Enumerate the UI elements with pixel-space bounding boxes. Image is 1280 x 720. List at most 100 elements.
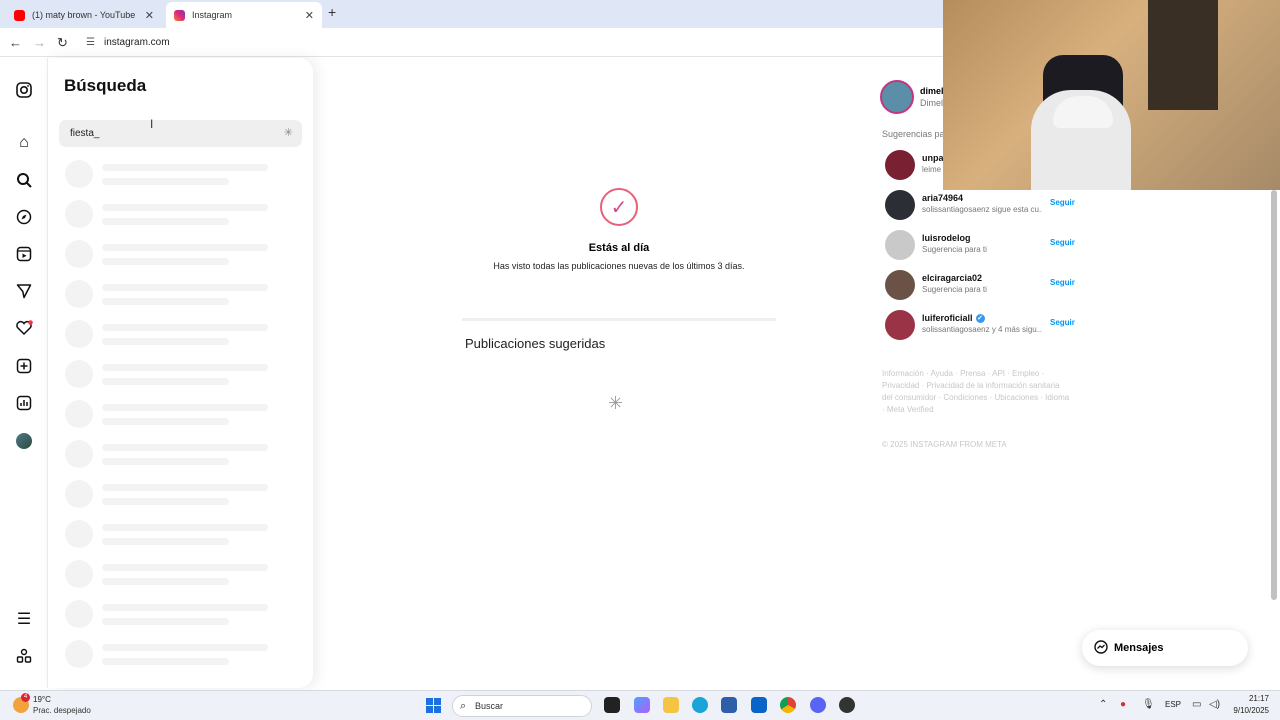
loading-placeholder-row [65,400,275,430]
file-explorer-icon[interactable] [663,697,679,713]
suggestion-row: elciragarcia02 Sugerencia para ti Seguir [885,270,1080,300]
instagram-icon [174,9,185,21]
windows-start-icon[interactable] [426,698,441,713]
discord-icon[interactable] [810,697,826,713]
explore-icon[interactable] [14,207,34,227]
text-cursor-icon: I [150,117,154,131]
avatar[interactable] [880,80,914,114]
suggestion-row: luisrodelog Sugerencia para ti Seguir [885,230,1080,260]
tab-youtube[interactable]: (1) maty brown - YouTube ✕ [6,2,162,28]
obs-icon[interactable] [839,697,855,713]
weather-temperature[interactable]: 19°C [33,695,51,704]
panel-title: Búsqueda [64,76,147,95]
chevron-up-icon[interactable]: ⌃ [1099,699,1107,710]
search-panel: Búsqueda fiesta_ ✳ [48,58,313,688]
follow-button[interactable]: Seguir [1050,278,1075,287]
weather-condition[interactable]: Prac. despejado [33,706,91,715]
avatar[interactable] [885,310,915,340]
forward-icon[interactable]: → [33,35,46,50]
reload-icon[interactable]: ↻ [57,35,68,51]
weather-badge: 4 [21,693,30,702]
home-icon[interactable]: ⌂ [14,133,34,153]
suggestion-row: aria74964 solissantiagosaenz sigue esta … [885,190,1080,220]
outlook-icon[interactable] [751,697,767,713]
reels-icon[interactable] [14,244,34,264]
footer-links[interactable]: Información · Ayuda · Prensa · API · Emp… [882,368,1072,416]
instagram-logo-icon[interactable] [14,80,34,100]
copilot-icon[interactable] [634,697,650,713]
loading-placeholder-row [65,640,275,670]
loading-placeholder-row [65,160,275,190]
close-icon[interactable]: ✕ [145,9,154,22]
taskbar-search-label: Buscar [475,701,504,711]
avatar[interactable] [885,230,915,260]
suggestion-desc: solissantiagosaenz sigue esta cu... [922,205,1042,214]
suggestion-username[interactable]: elciragarcia02 [922,273,982,283]
messages-icon[interactable] [14,281,34,301]
suggestion-username[interactable]: luiferoficiall ✓ [922,313,985,324]
current-user-fullname: Dimel [920,98,944,108]
search-icon: ⌕ [460,700,467,712]
suggestion-row: luiferoficiall ✓ solissantiagosaenz y 4 m… [885,310,1080,340]
clock-time[interactable]: 21:17 [1229,694,1269,703]
notifications-heart-icon[interactable] [14,318,34,338]
current-user-name[interactable]: dimel [920,86,944,96]
avatar[interactable] [885,270,915,300]
checkmark-icon: ✓ [600,188,638,226]
tab-instagram[interactable]: Instagram ✕ [166,2,322,28]
loading-spinner-icon: ✳ [283,127,293,139]
messages-label: Mensajes [1114,642,1164,654]
instagram-sidebar: ⌂ ☰ [0,58,48,688]
suggestion-username[interactable]: unpa [922,153,944,163]
loading-placeholder-row [65,280,275,310]
search-input[interactable]: fiesta_ ✳ [59,120,302,147]
suggestion-desc: Sugerencia para ti [922,245,987,254]
security-tray-icon[interactable]: ● [1120,699,1126,710]
caught-up-title: Estás al día [588,242,650,254]
microphone-icon[interactable]: 🎙︎ [1142,699,1155,710]
follow-button[interactable]: Seguir [1050,198,1075,207]
divider [462,318,776,321]
url-field[interactable]: instagram.com [104,37,170,48]
messages-button[interactable]: Mensajes [1082,630,1248,666]
chrome-icon[interactable] [780,697,796,713]
task-view-icon[interactable] [604,697,620,713]
search-icon[interactable] [14,170,34,190]
close-icon[interactable]: ✕ [305,9,314,22]
suggestion-desc: Sugerencia para ti [922,285,987,294]
messenger-icon [1094,639,1108,657]
loading-spinner-icon: ✳ [608,393,624,413]
create-icon[interactable] [14,356,34,376]
tab-title: Instagram [192,10,233,20]
verified-badge-icon: ✓ [975,314,985,324]
new-tab-button[interactable]: + [328,4,336,20]
edge-icon[interactable] [692,697,708,713]
taskbar-search[interactable]: ⌕ Buscar [452,695,592,717]
page-scrollbar[interactable] [1271,190,1277,600]
suggestion-desc: solissantiagosaenz y 4 más sigu... [922,325,1042,334]
language-indicator[interactable]: ESP [1165,700,1181,709]
suggestion-username[interactable]: luisrodelog [922,233,971,243]
copyright: © 2025 INSTAGRAM FROM META [882,440,1007,449]
windows-taskbar: 4 19°C Prac. despejado ⌕ Buscar ⌃ ● 🎙︎ E… [0,690,1280,720]
profile-avatar[interactable] [14,431,34,451]
follow-button[interactable]: Seguir [1050,238,1075,247]
loading-placeholder-row [65,480,275,510]
more-menu-icon[interactable]: ☰ [14,609,34,629]
loading-placeholder-row [65,360,275,390]
site-info-icon[interactable]: ☰ [86,37,95,48]
loading-placeholder-row [65,320,275,350]
clock-date[interactable]: 9/10/2025 [1219,706,1269,715]
avatar[interactable] [885,150,915,180]
dashboard-icon[interactable] [14,393,34,413]
also-from-meta-icon[interactable] [14,646,34,666]
avatar[interactable] [885,190,915,220]
webcam-overlay [943,0,1280,190]
follow-button[interactable]: Seguir [1050,318,1075,327]
back-icon[interactable]: ← [9,35,22,50]
suggestion-username-text: luiferoficiall [922,313,973,323]
network-icon[interactable]: ▭ [1192,699,1201,710]
suggestion-username[interactable]: aria74964 [922,193,963,203]
tab-title: (1) maty brown - YouTube [32,10,136,20]
store-icon[interactable] [721,697,737,713]
